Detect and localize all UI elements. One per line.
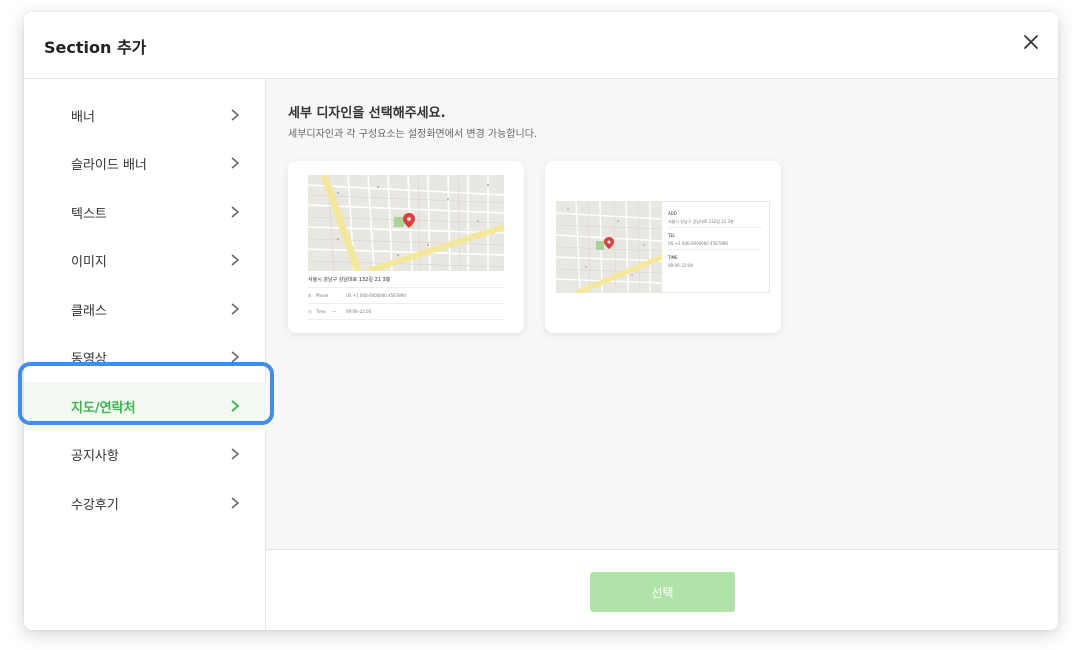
- design-content-area: 세부 디자인을 선택해주세요. 세부디자인과 각 구성요소는 설정화면에서 변경…: [266, 79, 1058, 549]
- chevron-right-icon: [231, 351, 240, 363]
- card-address: 서울시 강남구 강남대로 132길 21 3층: [308, 277, 391, 283]
- section-add-modal: Section 추가 배너 슬라이드 배너 텍스트 이미지 클래스 동영상 지도…: [24, 12, 1058, 630]
- sidebar-item-label: 클래스: [71, 304, 107, 319]
- sidebar-item-label: 지도/연락처: [71, 401, 136, 416]
- map-thumbnail: [556, 201, 662, 293]
- sidebar-item-map-contact[interactable]: 지도/연락처: [24, 382, 266, 430]
- sidebar-item-label: 수강후기: [71, 498, 119, 513]
- card-addr-label: ADD: [668, 211, 677, 216]
- sidebar-item-text[interactable]: 텍스트: [24, 188, 266, 236]
- design-option-card-1[interactable]: 서울시 강남구 강남대로 132길 21 3층 ✆ Phone US +1 00…: [288, 161, 524, 333]
- chevron-right-icon: [231, 157, 240, 169]
- sidebar-item-video[interactable]: 동영상: [24, 333, 266, 381]
- card-tel-label: TEL: [668, 233, 676, 238]
- chevron-right-icon: [231, 497, 240, 509]
- sidebar-item-label: 텍스트: [71, 207, 107, 222]
- content-subtitle: 세부디자인과 각 구성요소는 설정화면에서 변경 가능합니다.: [288, 129, 538, 140]
- sidebar-item-label: 공지사항: [71, 449, 119, 464]
- modal-title: Section 추가: [44, 38, 147, 57]
- card-tel-value: US +1 000-0000000 4567890: [668, 241, 728, 246]
- card-time-label: Time: [316, 309, 326, 314]
- card-phone-value: US +1 000-0000000 4567890: [346, 293, 406, 298]
- card-time-value: 09:00–22:00: [668, 263, 694, 268]
- modal-header: Section 추가: [24, 12, 1058, 79]
- sidebar-item-label: 슬라이드 배너: [71, 158, 147, 173]
- phone-icon: ✆: [308, 293, 312, 298]
- card-phone-label: Phone: [316, 293, 329, 298]
- card-time-label: TIME: [668, 255, 678, 260]
- sidebar-item-label: 배너: [71, 110, 95, 125]
- select-button[interactable]: 선택: [590, 572, 735, 612]
- sidebar-item-slide-banner[interactable]: 슬라이드 배너: [24, 139, 266, 187]
- sidebar-item-image[interactable]: 이미지: [24, 236, 266, 284]
- chevron-right-icon: [231, 206, 240, 218]
- modal-footer: 선택: [266, 549, 1058, 630]
- card-time-value: 09:00–22:00: [346, 309, 372, 314]
- section-type-sidebar: 배너 슬라이드 배너 텍스트 이미지 클래스 동영상 지도/연락처 공지사항 수…: [24, 79, 266, 630]
- map-thumbnail: [308, 175, 504, 271]
- chevron-right-icon: [231, 109, 240, 121]
- clock-icon: ◷: [308, 309, 312, 314]
- card-addr-value: 서울시 강남구 강남대로 132길 21 3층: [668, 219, 734, 224]
- sidebar-item-notice[interactable]: 공지사항: [24, 430, 266, 478]
- card-time-sep: —: [332, 309, 336, 314]
- sidebar-item-banner[interactable]: 배너: [24, 91, 266, 139]
- sidebar-item-class[interactable]: 클래스: [24, 285, 266, 333]
- sidebar-item-review[interactable]: 수강후기: [24, 479, 266, 527]
- sidebar-item-label: 이미지: [71, 255, 107, 270]
- chevron-right-icon: [231, 448, 240, 460]
- sidebar-item-label: 동영상: [71, 352, 107, 367]
- close-icon[interactable]: [1022, 33, 1040, 51]
- chevron-right-icon: [231, 400, 240, 412]
- chevron-right-icon: [231, 303, 240, 315]
- design-option-card-2[interactable]: ADD 서울시 강남구 강남대로 132길 21 3층 TEL US +1 00…: [545, 161, 781, 333]
- chevron-right-icon: [231, 254, 240, 266]
- content-title: 세부 디자인을 선택해주세요.: [288, 106, 446, 121]
